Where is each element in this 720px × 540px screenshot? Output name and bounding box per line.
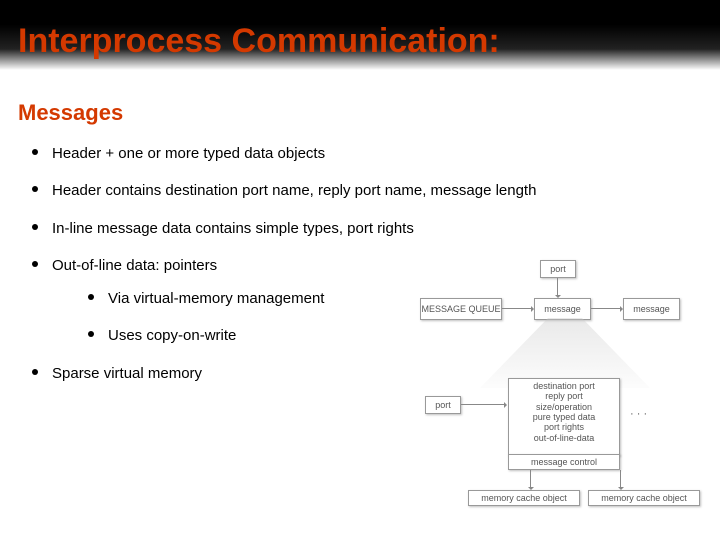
list-item: Header contains destination port name, r…	[30, 179, 700, 202]
diagram-port-left: port	[425, 396, 461, 414]
arrow-icon	[591, 308, 621, 309]
arrow-icon	[461, 404, 505, 405]
arrow-icon	[557, 278, 558, 296]
diagram-detail-line: out-of-line-data	[534, 433, 595, 443]
diagram-port-top: port	[540, 260, 576, 278]
diagram-message-control: message control	[508, 454, 620, 470]
diagram-detail-line: reply port	[545, 391, 583, 401]
diagram-message-queue: MESSAGE QUEUE	[420, 298, 502, 320]
diagram-memory-cache-object: memory cache object	[468, 490, 580, 506]
bullet-text: Out-of-line data: pointers	[52, 257, 217, 274]
diagram-message: message	[623, 298, 680, 320]
bullet-text: Header contains destination port name, r…	[52, 182, 536, 199]
arrow-icon	[530, 470, 531, 488]
bullet-text: Via virtual-memory management	[108, 290, 324, 307]
diagram-detail-line: size/operation	[536, 402, 592, 412]
diagram-detail-line: destination port	[533, 381, 595, 391]
diagram-dots: · · ·	[630, 408, 647, 420]
diagram-message-detail: destination port reply port size/operati…	[508, 378, 620, 456]
diagram-detail-line: port rights	[544, 422, 584, 432]
message-diagram: port MESSAGE QUEUE message message port …	[420, 278, 710, 508]
bullet-text: Sparse virtual memory	[52, 365, 202, 382]
slide-subtitle: Messages	[18, 100, 123, 126]
bullet-text: In-line message data contains simple typ…	[52, 220, 414, 237]
arrow-icon	[502, 308, 532, 309]
diagram-detail-line: pure typed data	[533, 412, 596, 422]
slide-title: Interprocess Communication:	[18, 22, 500, 61]
diagram-memory-cache-object: memory cache object	[588, 490, 700, 506]
list-item: Header + one or more typed data objects	[30, 142, 700, 165]
bullet-text: Header + one or more typed data objects	[52, 145, 325, 162]
arrow-icon	[620, 470, 621, 488]
diagram-message: message	[534, 298, 591, 320]
bullet-text: Uses copy-on-write	[108, 327, 236, 344]
list-item: In-line message data contains simple typ…	[30, 217, 700, 240]
